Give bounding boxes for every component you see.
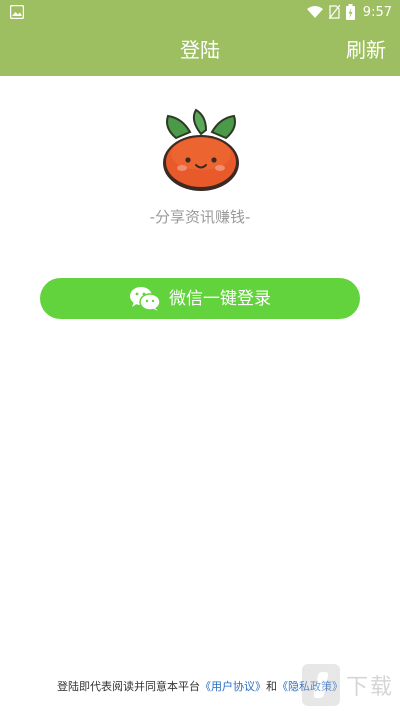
app-header: 9:57 登陆 刷新 — [0, 0, 400, 76]
battery-charging-icon — [345, 4, 355, 20]
wechat-login-label: 微信一键登录 — [169, 288, 271, 309]
no-sim-icon — [328, 5, 340, 19]
status-bar: 9:57 — [0, 0, 400, 24]
status-icons: 9:57 — [306, 3, 392, 21]
watermark-text: 下载 — [345, 675, 394, 700]
image-icon — [10, 5, 24, 19]
watermark: 下载 — [301, 664, 394, 706]
persimmon-mascot-icon — [163, 108, 239, 191]
agreement-prefix: 登陆即代表阅读并同意本平台 — [57, 680, 200, 693]
page-title: 登陆 — [180, 38, 220, 62]
wifi-icon — [306, 5, 323, 18]
user-agreement-link[interactable]: 《用户协议》 — [200, 680, 266, 693]
watermark-logo-icon — [301, 664, 340, 706]
slogan: -分享资讯赚钱- — [149, 208, 251, 226]
refresh-button[interactable]: 刷新 — [346, 36, 386, 64]
wechat-login-button[interactable]: 微信一键登录 — [40, 278, 360, 319]
agreement-and: 和 — [266, 680, 277, 693]
status-time: 9:57 — [362, 4, 392, 20]
wechat-icon — [130, 286, 161, 311]
